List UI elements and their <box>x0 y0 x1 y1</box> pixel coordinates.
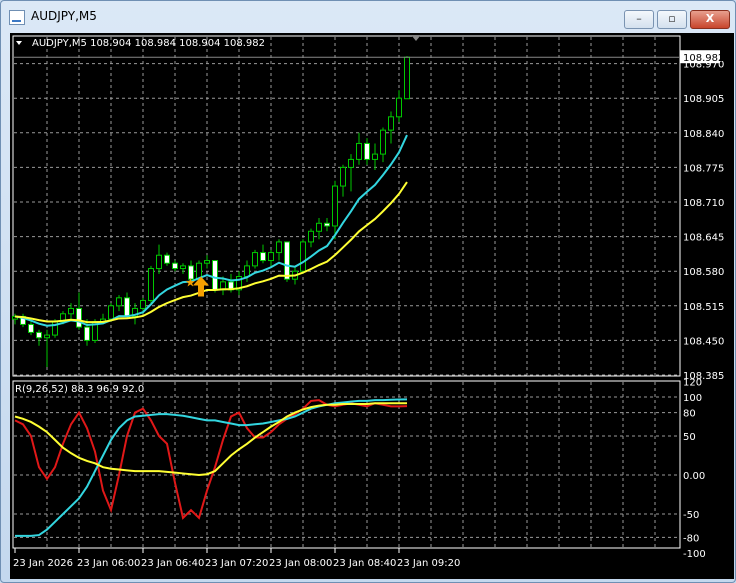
time-axis-label: 23 Jan 07:20 <box>205 558 268 569</box>
chart-area[interactable]: ★ 108.970 108.905 108.840 108.775 108.710 108… <box>10 33 734 579</box>
candle <box>76 307 82 328</box>
price-axis-label: 108.645 <box>683 233 724 244</box>
candle <box>388 116 394 131</box>
candle <box>276 241 282 254</box>
indicator-axis-label: 100 <box>683 393 702 404</box>
candle <box>44 334 50 339</box>
candle <box>284 241 290 280</box>
collapse-triangle-icon[interactable] <box>16 41 22 45</box>
price-axis-label: 108.710 <box>683 198 724 209</box>
candle <box>36 331 42 339</box>
candle <box>348 158 354 168</box>
candle <box>316 222 322 232</box>
indicator-axis-label: 0.00 <box>683 471 705 482</box>
time-axis-label: 23 Jan 08:40 <box>333 558 396 569</box>
price-axis-label: 108.905 <box>683 94 724 105</box>
candle <box>356 142 362 160</box>
shift-marker-icon[interactable] <box>412 36 420 41</box>
candle <box>172 262 178 270</box>
time-axis-label: 23 Jan 2026 <box>13 558 73 569</box>
chart-svg[interactable]: ★ 108.970108.905108.840108.775108.710108… <box>10 33 734 579</box>
time-axis-label: 23 Jan 08:00 <box>269 558 332 569</box>
candle <box>116 297 122 307</box>
price-axis-label: 108.840 <box>683 129 724 140</box>
candle <box>396 97 402 118</box>
candle <box>380 129 386 155</box>
chart-window-icon <box>9 10 25 25</box>
candle <box>156 254 162 270</box>
close-button[interactable]: X <box>690 10 730 29</box>
price-badge-label: 108.982 <box>683 53 724 64</box>
indicator-axis-label: 120 <box>683 377 702 388</box>
sub-plot-border <box>12 380 681 549</box>
indicator-axis-label: 80 <box>683 409 696 420</box>
candle <box>260 252 266 262</box>
candle <box>212 260 218 291</box>
price-axis-label: 108.580 <box>683 267 724 278</box>
main-plot-border <box>12 35 681 377</box>
indicator-axis-label: -100 <box>683 549 706 560</box>
candle <box>244 265 250 278</box>
ma-slow-line <box>14 181 408 324</box>
chart-window: AUDJPY,M5 – ▫ X ★ 108.970 108.905 108.840 1… <box>0 0 736 583</box>
sub-header: R(9,26,52) 88.3 96.9 92.0 <box>15 384 144 395</box>
candle <box>364 142 370 160</box>
minimize-button[interactable]: – <box>624 10 654 29</box>
main-header: AUDJPY,M5 108.904 108.984 108.904 108.98… <box>32 38 265 49</box>
minimize-icon: – <box>636 12 642 25</box>
title-bar[interactable]: AUDJPY,M5 – ▫ X <box>1 1 735 33</box>
time-axis-label: 23 Jan 06:00 <box>77 558 140 569</box>
indicator-axis-label: -80 <box>683 533 699 544</box>
candle <box>140 299 146 309</box>
close-icon: X <box>705 12 715 25</box>
candle <box>300 241 306 272</box>
candle <box>164 254 170 264</box>
candle <box>84 326 90 341</box>
price-axis-label: 108.450 <box>683 336 724 347</box>
candle <box>268 252 274 262</box>
price-axis-label: 108.515 <box>683 302 724 313</box>
candle <box>332 185 338 227</box>
candle <box>252 252 258 267</box>
price-axis-label: 108.775 <box>683 163 724 174</box>
candle <box>28 323 34 333</box>
maximize-icon: ▫ <box>668 12 676 25</box>
candle <box>108 305 114 320</box>
candle <box>180 265 186 270</box>
candle <box>148 268 154 301</box>
candle <box>324 222 330 227</box>
candle <box>372 153 378 160</box>
star-icon: ★ <box>185 276 196 290</box>
time-axis-label: 23 Jan 06:40 <box>141 558 204 569</box>
time-axis-label: 23 Jan 09:20 <box>397 558 460 569</box>
osc-yellow-line <box>14 402 407 477</box>
candle <box>68 307 74 315</box>
candle <box>404 56 410 100</box>
window-title: AUDJPY,M5 <box>31 9 97 23</box>
osc-red-line <box>14 399 408 520</box>
candle <box>124 297 130 317</box>
candle <box>204 260 210 264</box>
indicator-axis-label: 50 <box>683 432 696 443</box>
maximize-button[interactable]: ▫ <box>657 10 687 29</box>
candle <box>340 166 346 187</box>
indicator-axis-label: -50 <box>683 510 699 521</box>
candle <box>308 230 314 243</box>
